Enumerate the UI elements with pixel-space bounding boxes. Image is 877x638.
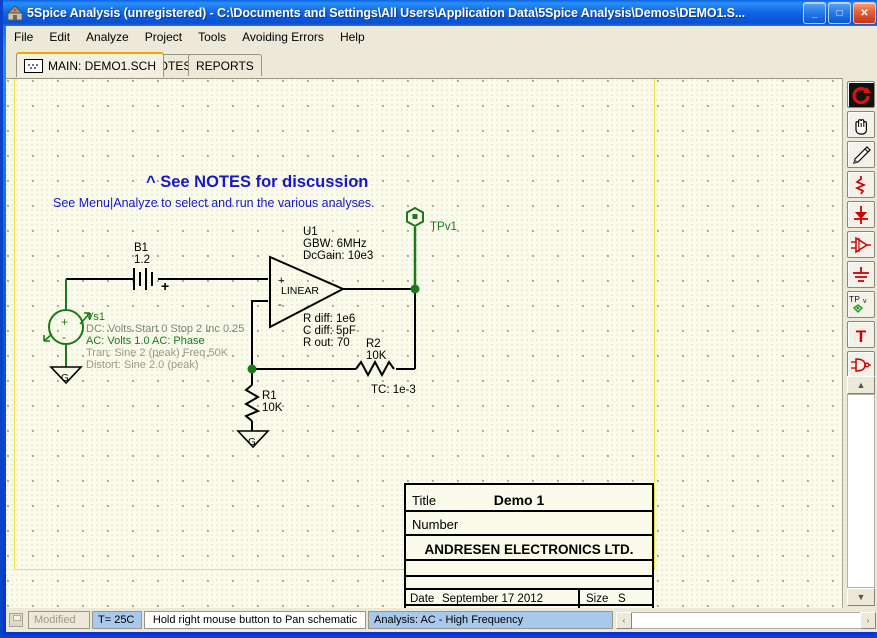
menu-item-tools[interactable]: Tools: [190, 28, 234, 46]
horizontal-scrollbar-track[interactable]: [632, 612, 860, 629]
titleblock-company: ANDRESEN ELECTRONICS LTD.: [424, 542, 633, 557]
svg-text:TP: TP: [849, 294, 860, 304]
scroll-right-button[interactable]: ›: [860, 612, 876, 629]
r1-value: 10K: [262, 402, 283, 414]
schematic-subheading: See Menu|Analyze to select and run the v…: [53, 196, 375, 210]
source-plus: +: [61, 315, 68, 329]
r2-tc: TC: 1e-3: [371, 384, 416, 396]
tab-reports-label: REPORTS: [196, 59, 254, 73]
tab-strip: MAIN: DEMO1.SCH NOTES REPORTS: [6, 48, 877, 78]
tab-reports[interactable]: REPORTS: [188, 54, 262, 76]
opamp-ref: U1: [303, 226, 318, 238]
scroll-left-button[interactable]: ‹: [616, 612, 632, 629]
window-title: 5Spice Analysis (unregistered) - C:\Docu…: [27, 6, 803, 20]
schematic-heading: ^ See NOTES for discussion: [146, 173, 368, 191]
svg-text:T: T: [856, 327, 867, 346]
opamp-minus: -: [278, 299, 282, 311]
opamp-rdiff: R diff: 1e6: [303, 313, 355, 325]
battery-b1[interactable]: B1 1.2 +: [134, 242, 169, 294]
close-button[interactable]: ✕: [853, 2, 876, 24]
battery-ref: B1: [134, 242, 148, 254]
application-window: 5Spice Analysis (unregistered) - C:\Docu…: [0, 0, 877, 638]
vertical-scrollbar-track[interactable]: [847, 394, 875, 588]
svg-text:v: v: [863, 298, 867, 305]
ground-icon[interactable]: [847, 261, 875, 288]
wire-icon[interactable]: [847, 171, 875, 198]
minimize-button[interactable]: _: [803, 2, 826, 24]
menu-item-help[interactable]: Help: [332, 28, 373, 46]
menu-bar: File Edit Analyze Project Tools Avoiding…: [6, 26, 877, 48]
opamp-icon[interactable]: [847, 231, 875, 258]
scroll-up-button[interactable]: ▲: [847, 376, 875, 394]
app-icon: [7, 5, 23, 21]
menu-item-file[interactable]: File: [6, 28, 41, 46]
horizontal-scrollbar[interactable]: ‹ ›: [616, 612, 876, 629]
schematic-icon: [24, 59, 43, 73]
schematic-canvas[interactable]: ^ See NOTES for discussion See Menu|Anal…: [6, 78, 842, 609]
opamp-dcgain: DcGain: 10e3: [303, 250, 373, 262]
status-bar: Modified T= 25C Hold right mouse button …: [6, 608, 877, 632]
status-hint: Hold right mouse button to Pan schematic: [144, 611, 366, 629]
battery-value: 1.2: [134, 254, 150, 266]
menu-item-project[interactable]: Project: [137, 28, 190, 46]
voltage-source-vs1[interactable]: + - G Vs1 DC: Volts Start 0 Stop 2 Inc 0…: [44, 279, 244, 384]
opamp-cdiff: C diff: 5pF: [303, 325, 356, 337]
status-temperature: T= 25C: [92, 611, 142, 629]
opamp-u1[interactable]: + - LINEAR U1 GBW: 6MHz DcGain: 10e3 R d…: [270, 226, 373, 349]
opamp-rout: R out: 70: [303, 337, 350, 349]
tab-main-label: MAIN: DEMO1.SCH: [48, 59, 156, 73]
titleblock-title-label: Title: [412, 493, 436, 508]
source-line-tran: Tran: Sine 2 (peak) Freq 50K: [86, 347, 229, 359]
titleblock-size-value: S: [618, 593, 626, 605]
redraw-refresh-icon[interactable]: [847, 81, 875, 108]
titleblock-date-label: Date: [410, 593, 434, 605]
menu-item-avoiding-errors[interactable]: Avoiding Errors: [234, 28, 332, 46]
status-analysis[interactable]: Analysis: AC - High Frequency: [368, 611, 613, 629]
source-ground-label: G: [61, 373, 69, 384]
pan-hand-icon[interactable]: [847, 111, 875, 138]
titleblock-size-label: Size: [586, 593, 608, 605]
resistor-r1[interactable]: R1 10K G: [238, 385, 283, 448]
title-bar: 5Spice Analysis (unregistered) - C:\Docu…: [3, 0, 877, 26]
r2-value: 10K: [366, 350, 387, 362]
edit-pencil-icon[interactable]: [847, 141, 875, 168]
scroll-down-button[interactable]: ▼: [847, 588, 875, 606]
save-disk-icon: [9, 613, 23, 627]
source-line-ac: AC: Volts 1.0 AC: Phase: [86, 335, 205, 347]
battery-polarity: +: [161, 278, 169, 294]
status-modified: Modified: [28, 611, 90, 629]
r1-ref: R1: [262, 390, 277, 402]
schematic-drawing: ^ See NOTES for discussion See Menu|Anal…: [6, 79, 842, 609]
tool-palette: TP v T ▲ ▼: [842, 78, 877, 608]
titleblock-title-value: Demo 1: [494, 492, 545, 508]
window-controls: _ □ ✕: [803, 2, 876, 24]
source-line-dc: DC: Volts Start 0 Stop 2 Inc 0.25: [86, 323, 244, 335]
text-tool-icon[interactable]: T: [847, 321, 875, 348]
component-icon[interactable]: [847, 201, 875, 228]
menu-item-analyze[interactable]: Analyze: [78, 28, 137, 46]
test-point-icon[interactable]: TP v: [847, 291, 875, 318]
titleblock-number-label: Number: [412, 517, 459, 532]
test-point-tpv1[interactable]: TPv1: [407, 208, 457, 289]
menu-item-edit[interactable]: Edit: [41, 28, 78, 46]
titleblock-date-value: September 17 2012: [442, 593, 543, 605]
opamp-model: LINEAR: [281, 285, 319, 297]
resistor-r2[interactable]: R2 10K TC: 1e-3: [356, 338, 416, 396]
logic-gate-icon[interactable]: [847, 351, 875, 378]
source-line-distort: Distort: Sine 2.0 (peak): [86, 359, 199, 371]
source-minus: -: [62, 330, 66, 344]
tab-main-schematic[interactable]: MAIN: DEMO1.SCH: [16, 52, 164, 77]
opamp-gbw: GBW: 6MHz: [303, 238, 367, 250]
source-ref: Vs1: [86, 311, 105, 323]
maximize-button[interactable]: □: [828, 2, 851, 24]
test-point-label: TPv1: [430, 221, 457, 233]
junction-dot-inverting: [248, 365, 257, 374]
title-block[interactable]: Title Demo 1 Number ANDRESEN ELECTRONICS…: [405, 484, 653, 609]
r2-ref: R2: [366, 338, 381, 350]
r1-ground-label: G: [248, 437, 256, 448]
